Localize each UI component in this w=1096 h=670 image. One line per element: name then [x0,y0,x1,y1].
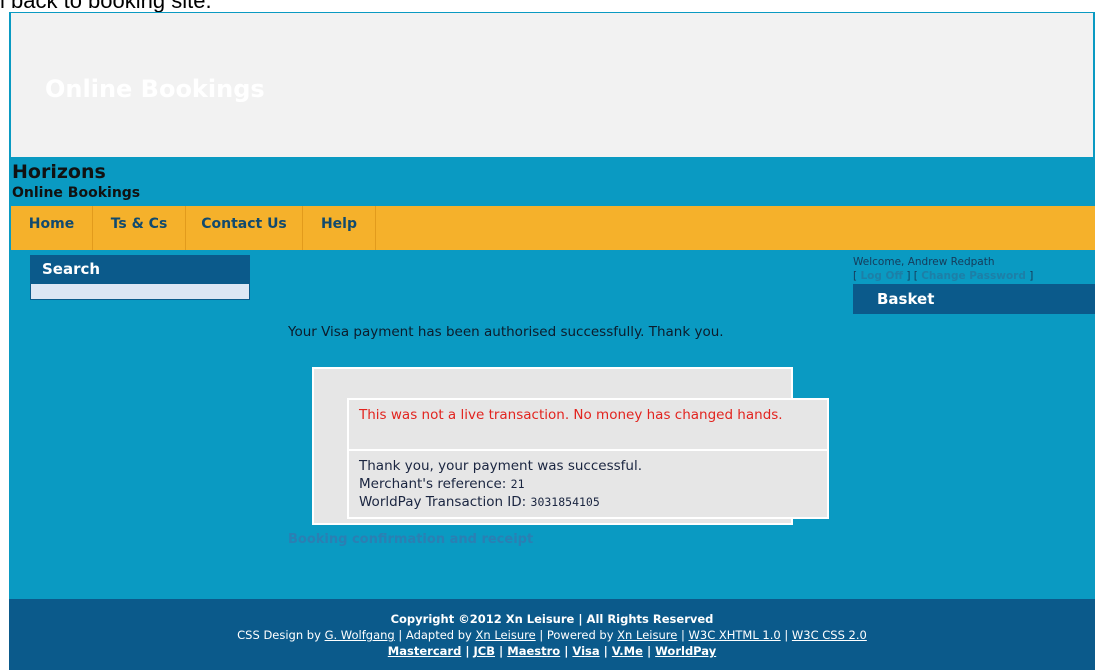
search-input[interactable] [30,283,250,300]
credits-line: CSS Design by G. Wolfgang | Adapted by X… [9,627,1095,643]
account-panel: Welcome, Andrew Redpath [ Log Off ] [ Ch… [853,255,1033,283]
transaction-id-label: WorldPay Transaction ID: [359,494,527,510]
bracket-open: [ [853,270,858,282]
design-by-label: CSS Design by [237,628,321,642]
banner-title: Online Bookings [45,75,265,103]
powered-link[interactable]: Xn Leisure [617,628,677,642]
footer: Copyright ©2012 Xn Leisure | All Rights … [9,599,1095,670]
separator: | [465,644,470,658]
card-link-maestro[interactable]: Maestro [507,644,560,658]
test-transaction-notice: This was not a live transaction. No mone… [347,398,829,451]
booking-confirmation-title: Booking confirmation and receipt [288,532,534,547]
bracket-open: [ [913,270,918,282]
transaction-id: WorldPay Transaction ID: 3031854105 [359,493,817,511]
adapter-link[interactable]: Xn Leisure [476,628,536,642]
main-nav: Home Ts & Cs Contact Us Help [11,206,1095,250]
account-links: [ Log Off ] [ Change Password ] [853,269,1033,283]
css-link[interactable]: W3C CSS 2.0 [792,628,867,642]
card-link-mastercard[interactable]: Mastercard [388,644,462,658]
copyright-text: Copyright ©2012 Xn Leisure | All Rights … [390,612,714,626]
change-password-link[interactable]: Change Password [921,270,1026,282]
card-links: Mastercard | JCB | Maestro | Visa | V.Me… [9,643,1095,659]
bracket-close: ] [906,270,911,282]
card-link-worldpay[interactable]: WorldPay [655,644,716,658]
welcome-text: Welcome, Andrew Redpath [853,256,995,268]
merchant-reference: Merchant's reference: 21 [359,475,817,493]
nav-help[interactable]: Help [303,206,376,250]
merchant-reference-value: 21 [510,477,525,491]
site-subtitle: Online Bookings [12,185,141,201]
powered-label: | Powered by [539,628,614,642]
designer-link[interactable]: G. Wolfgang [325,628,395,642]
success-line: Thank you, your payment was successful. [359,458,642,474]
separator: | [646,644,652,658]
card-link-jcb[interactable]: JCB [474,644,495,658]
nav-terms[interactable]: Ts & Cs [93,206,186,250]
separator: | [564,644,569,658]
payment-success-panel: Thank you, your payment was successful. … [347,449,829,519]
header-banner: Online Bookings [11,13,1093,157]
search-heading: Search [30,255,250,283]
separator: | [784,628,789,642]
card-link-vme[interactable]: V.Me [612,644,643,658]
basket-heading[interactable]: Basket [853,284,1095,314]
separator: | [603,644,608,658]
xhtml-link[interactable]: W3C XHTML 1.0 [689,628,781,642]
bracket-close: ] [1029,270,1034,282]
authorised-message: Your Visa payment has been authorised su… [288,324,724,340]
page-frame: Online Bookings Horizons Online Bookings… [9,12,1095,670]
log-off-link[interactable]: Log Off [860,270,903,282]
card-link-visa[interactable]: Visa [572,644,599,658]
separator: | [680,628,685,642]
site-name: Horizons [12,161,106,183]
transaction-id-value: 3031854105 [530,495,600,509]
search-panel: Search [30,255,250,301]
nav-home[interactable]: Home [11,206,93,250]
adapted-label: | Adapted by [398,628,472,642]
nav-contact-us[interactable]: Contact Us [186,206,303,250]
separator: | [499,644,504,658]
merchant-reference-label: Merchant's reference: [359,476,507,492]
